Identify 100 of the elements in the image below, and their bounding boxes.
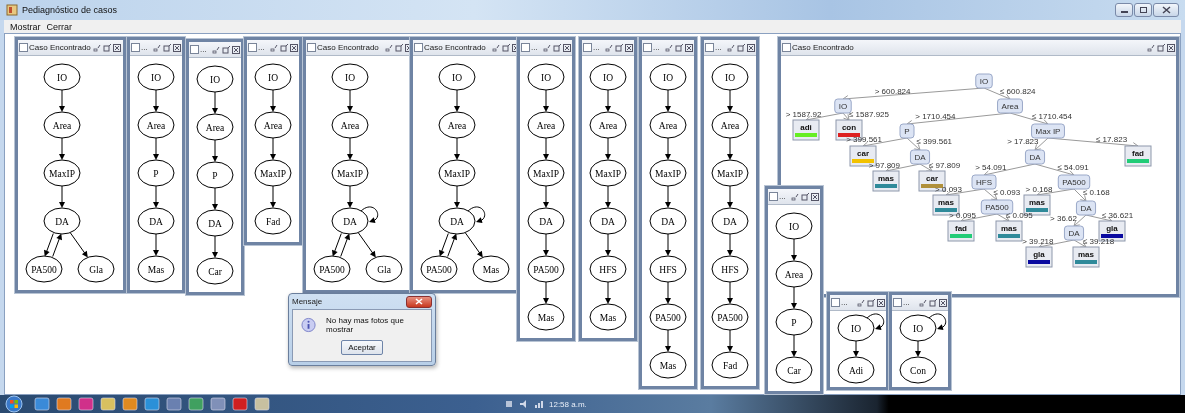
arrow — [665, 329, 671, 352]
app-icon[interactable] — [254, 397, 270, 411]
edge-label: > 399.561 — [846, 135, 882, 144]
maximize-button[interactable] — [221, 44, 230, 55]
maximize-button[interactable] — [736, 42, 745, 53]
maximize-button[interactable] — [279, 42, 288, 53]
minimize-button[interactable] — [1115, 3, 1133, 17]
start-button[interactable] — [4, 395, 24, 413]
maximize-button[interactable] — [800, 191, 809, 202]
iconify-button[interactable] — [152, 42, 161, 53]
iconify-button[interactable] — [856, 297, 865, 308]
edge-label: > 1710.454 — [915, 111, 956, 121]
maximize-button[interactable] — [866, 297, 875, 308]
info-icon — [301, 317, 317, 333]
split-node: DA — [1024, 149, 1046, 165]
iconify-icon — [152, 43, 161, 52]
arrow — [52, 233, 62, 257]
arrow — [605, 233, 611, 256]
maximize-button[interactable] — [552, 42, 561, 53]
maximize-button[interactable] — [928, 297, 937, 308]
maximize-button[interactable] — [674, 42, 683, 53]
graph-node: MaxIP — [331, 159, 369, 187]
maximize-button[interactable] — [1134, 3, 1152, 17]
close-button[interactable] — [112, 42, 122, 53]
arrow — [727, 233, 733, 256]
menu-item[interactable]: Cerrar — [46, 21, 73, 32]
graph-node: Mas — [527, 303, 565, 331]
close-icon — [938, 298, 947, 307]
menu-item[interactable]: Mostrar — [10, 21, 41, 32]
iconify-button[interactable] — [664, 42, 673, 53]
split-node: Max IP — [1031, 123, 1065, 139]
edge-label: ≤ 600.824 — [1000, 86, 1036, 96]
app-icon[interactable] — [166, 397, 182, 411]
close-button[interactable] — [1166, 42, 1175, 53]
close-button[interactable] — [684, 42, 693, 53]
frame-icon — [19, 43, 28, 52]
graph-node: IO — [527, 63, 565, 91]
close-icon — [562, 43, 571, 52]
app-icon[interactable] — [34, 397, 50, 411]
close-button[interactable] — [810, 191, 819, 202]
graph-node: DA — [649, 207, 687, 235]
iconify-button[interactable] — [1146, 42, 1155, 53]
close-button[interactable] — [938, 297, 947, 308]
graph-node: IO — [438, 63, 476, 91]
edge-label: > 0.168 — [1025, 185, 1053, 194]
iconify-button[interactable] — [542, 42, 551, 53]
iconify-button[interactable] — [604, 42, 613, 53]
close-button[interactable] — [746, 42, 755, 53]
maximize-button[interactable] — [394, 42, 403, 53]
graph-node: PA500 — [420, 255, 458, 283]
close-button[interactable] — [231, 44, 240, 55]
graph-node: Area — [331, 111, 369, 139]
app-icon[interactable] — [56, 397, 72, 411]
maximize-button[interactable] — [162, 42, 171, 53]
close-button[interactable] — [289, 42, 298, 53]
close-button[interactable] — [172, 42, 181, 53]
app-icon[interactable] — [188, 397, 204, 411]
split-node: HFS — [971, 174, 997, 190]
maximize-button[interactable] — [501, 42, 510, 53]
split-node: IO — [975, 73, 993, 89]
iconify-button[interactable] — [726, 42, 735, 53]
close-button[interactable] — [876, 297, 885, 308]
close-button[interactable] — [1153, 3, 1179, 17]
graph-node: IO — [137, 63, 175, 91]
app-icon[interactable] — [78, 397, 94, 411]
arrow — [464, 232, 483, 258]
split-node: Area — [997, 98, 1023, 114]
app-icon[interactable] — [122, 397, 138, 411]
close-button[interactable] — [406, 295, 432, 308]
arrow — [59, 185, 65, 208]
app-icon[interactable] — [210, 397, 226, 411]
frame-title: ... — [141, 43, 148, 52]
iconify-button[interactable] — [384, 42, 393, 53]
maximize-icon — [501, 43, 510, 52]
app-icon[interactable] — [144, 397, 160, 411]
close-button[interactable] — [562, 42, 571, 53]
close-button[interactable] — [624, 42, 633, 53]
split-node: DA — [1063, 225, 1085, 241]
graph-node: P — [775, 308, 813, 336]
graph-node: IO — [775, 212, 813, 240]
app-icon[interactable] — [100, 397, 116, 411]
iconify-button[interactable] — [269, 42, 278, 53]
iconify-button[interactable] — [918, 297, 927, 308]
iconify-button[interactable] — [92, 42, 102, 53]
maximize-button[interactable] — [1156, 42, 1165, 53]
accept-button[interactable]: Aceptar — [341, 340, 383, 355]
iconify-button[interactable] — [211, 44, 220, 55]
close-icon — [684, 43, 693, 52]
maximize-icon — [1156, 43, 1165, 52]
edge-label: > 0.095 — [949, 210, 976, 220]
app-icon[interactable] — [232, 397, 248, 411]
maximize-button[interactable] — [102, 42, 112, 53]
maximize-button[interactable] — [614, 42, 623, 53]
close-icon — [172, 43, 181, 52]
iconify-button[interactable] — [790, 191, 799, 202]
split-node: PA500 — [1057, 174, 1091, 190]
iconify-button[interactable] — [491, 42, 500, 53]
graph-node: DA — [43, 207, 81, 235]
edge-label: ≤ 97.809 — [929, 160, 961, 170]
edge-label: ≤ 39.218 — [1083, 236, 1115, 246]
